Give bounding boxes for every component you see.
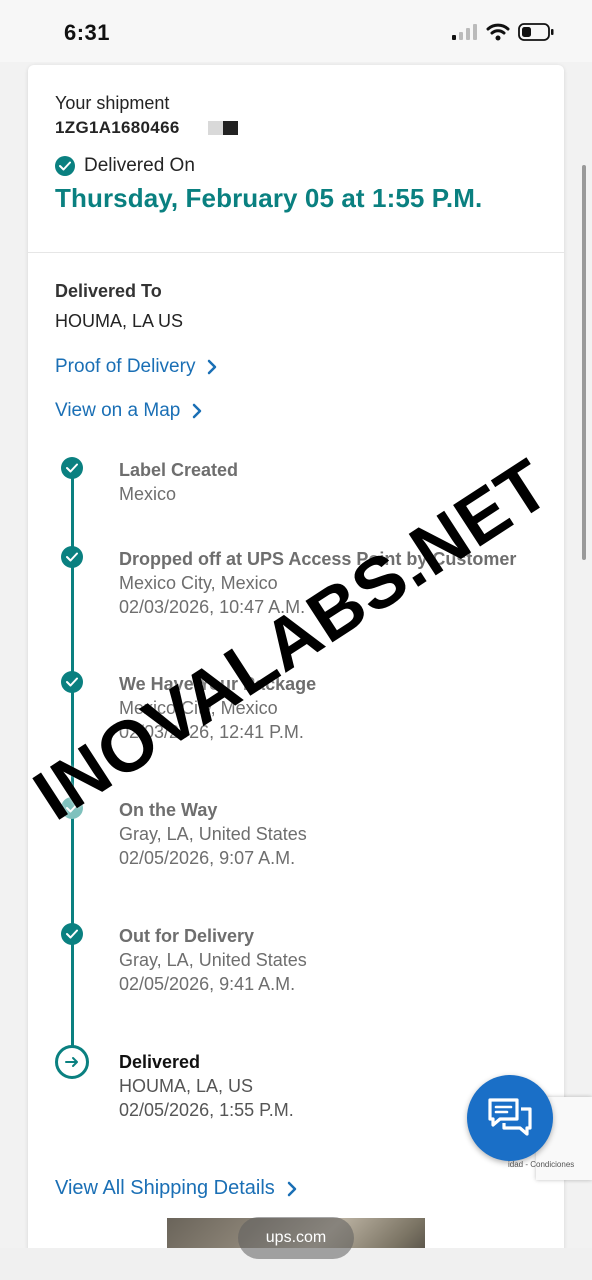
timeline-title: We Have Your Package: [119, 674, 317, 694]
url-text: ups.com: [265, 1229, 327, 1246]
timeline-location: Gray, LA, United States: [119, 824, 307, 844]
timeline-location: Mexico City, Mexico: [119, 573, 278, 593]
timeline-title: Label Created: [119, 460, 239, 480]
chevron-right-icon: [287, 1181, 297, 1196]
check-circle-icon: [61, 923, 83, 945]
signal-icon: [452, 24, 477, 40]
timeline-datetime: 02/03/2026, 10:47 A.M.: [119, 597, 306, 617]
wifi-icon: [486, 23, 510, 41]
timeline-title: Dropped off at UPS Access Point by Custo…: [119, 549, 517, 569]
view-on-map-link[interactable]: View on a Map: [55, 400, 537, 422]
check-circle-icon: [61, 457, 83, 479]
timeline-location: HOUMA, LA, US: [119, 1076, 254, 1096]
timeline-title: On the Way: [119, 800, 218, 820]
arrow-circle-icon: [55, 1045, 89, 1079]
delivery-date: Thursday, February 05 at 1:55 P.M.: [55, 183, 483, 213]
check-circle-icon: [61, 797, 83, 819]
chat-button[interactable]: [467, 1075, 553, 1161]
proof-of-delivery-link[interactable]: Proof of Delivery: [55, 356, 537, 378]
chevron-right-icon: [193, 403, 202, 419]
timeline-title: Delivered: [119, 1052, 201, 1072]
check-circle-icon: [61, 671, 83, 693]
redaction-mark: [207, 121, 238, 135]
tracking-number: 1ZG1A1680466: [55, 118, 537, 138]
proof-of-delivery-label: Proof of Delivery: [55, 356, 196, 377]
scrollbar[interactable]: [582, 165, 586, 560]
view-on-map-label: View on a Map: [55, 400, 181, 421]
view-all-shipping-details-link[interactable]: View All Shipping Details: [55, 1177, 297, 1200]
delivered-to-value: HOUMA, LA US: [55, 311, 184, 331]
status-icons: [452, 23, 554, 41]
timeline-title: Out for Delivery: [119, 926, 255, 946]
status-time: 6:31: [64, 20, 111, 45]
timeline-location: Gray, LA, United States: [119, 950, 307, 970]
status-bar: 6:31: [0, 0, 592, 62]
timeline-datetime: 02/05/2026, 1:55 P.M.: [119, 1100, 294, 1120]
check-circle-icon: [61, 546, 83, 568]
chevron-right-icon: [208, 359, 217, 375]
view-all-shipping-details-label: View All Shipping Details: [55, 1177, 275, 1199]
shipment-summary: Your shipment 1ZG1A1680466 Delivered On …: [28, 65, 564, 253]
check-circle-icon: [55, 156, 75, 176]
recaptcha-terms[interactable]: idad - Condiciones: [508, 1160, 574, 1169]
your-shipment-label: Your shipment: [55, 93, 170, 113]
delivery-details: Delivered To HOUMA, LA US Proof of Deliv…: [28, 253, 564, 422]
timeline-datetime: 02/03/2026, 12:41 P.M.: [119, 722, 304, 742]
tracking-number-text: 1ZG1A1680466: [55, 118, 180, 137]
battery-icon: [518, 23, 554, 41]
url-bar[interactable]: ups.com: [238, 1217, 354, 1259]
delivered-on-label: Delivered On: [84, 155, 195, 176]
chat-bubbles-icon: [488, 1098, 532, 1136]
delivered-on-row: Delivered On: [55, 155, 537, 177]
delivered-to-label: Delivered To: [55, 281, 162, 301]
timeline-datetime: 02/05/2026, 9:07 A.M.: [119, 848, 296, 868]
timeline-location: Mexico: [119, 484, 177, 504]
timeline-datetime: 02/05/2026, 9:41 A.M.: [119, 974, 296, 994]
timeline-location: Mexico City, Mexico: [119, 698, 278, 718]
